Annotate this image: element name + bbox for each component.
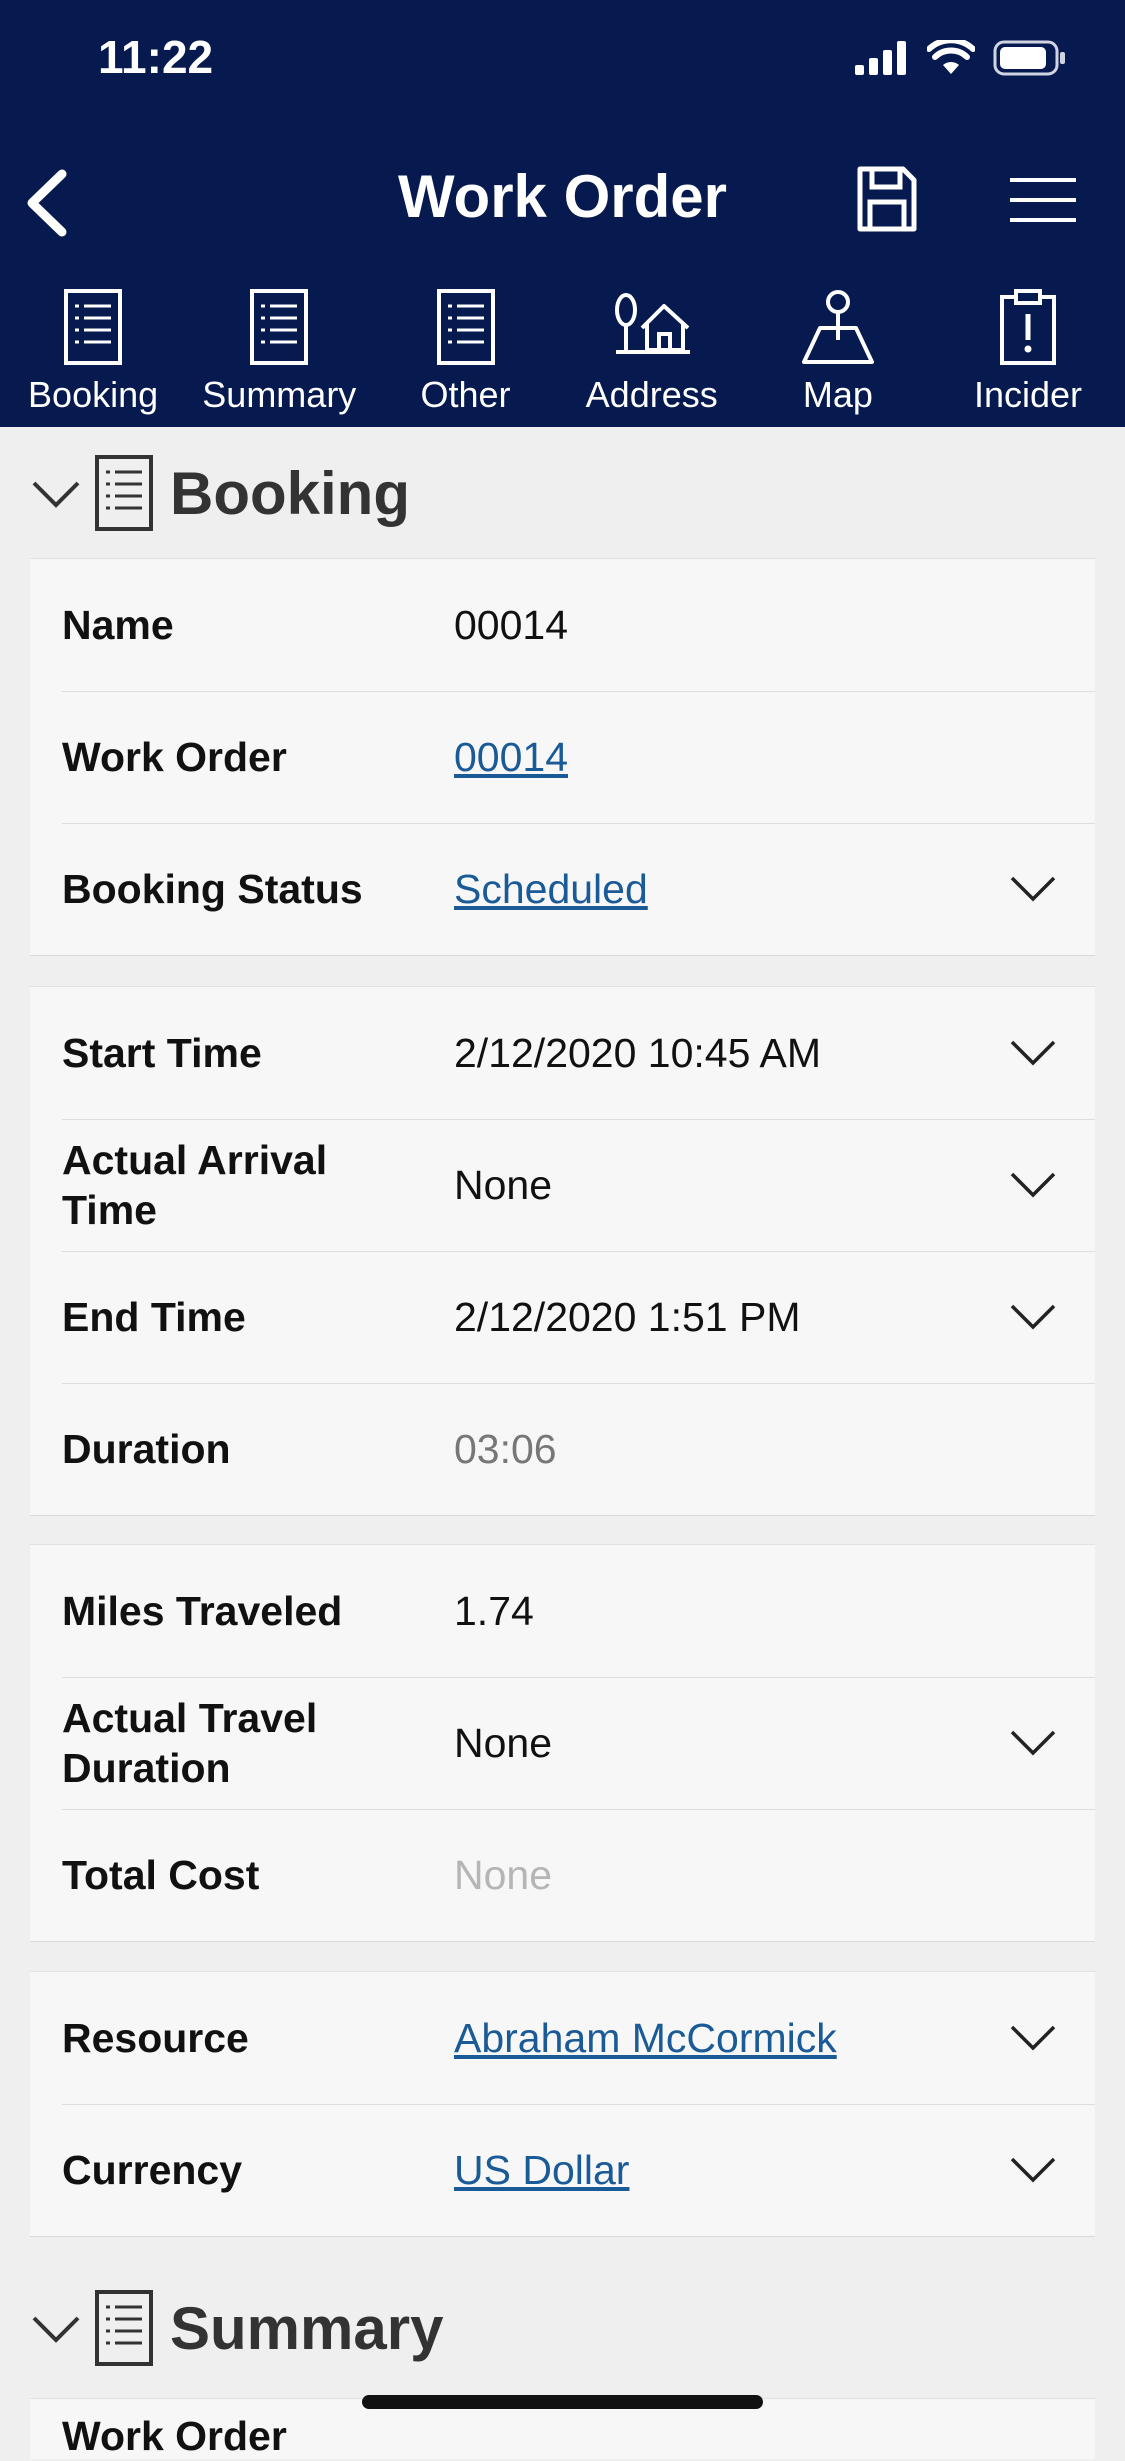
field-value: None: [454, 1719, 553, 1766]
tab-map[interactable]: Map: [745, 288, 931, 418]
booking-card-2: Start Time 2/12/2020 10:45 AM Actual Arr…: [30, 986, 1095, 1516]
booking-card-4: Resource Abraham McCormick Currency US D…: [30, 1971, 1095, 2237]
field-label: Work Order: [62, 2413, 287, 2459]
booking-section-header[interactable]: Booking: [30, 443, 410, 543]
app-header: 11:22 Work Order Booking Summary Other A…: [0, 0, 1125, 427]
chevron-down-icon[interactable]: [1009, 1301, 1057, 1331]
tab-label: Map: [802, 374, 873, 415]
field-total-cost[interactable]: Total Cost None: [30, 1809, 1095, 1941]
tab-label: Booking: [28, 374, 159, 415]
resource-link[interactable]: Abraham McCormick: [454, 1972, 837, 2104]
chevron-down-icon[interactable]: [1009, 873, 1057, 903]
field-label: Name: [62, 602, 174, 648]
field-label: Duration: [62, 1426, 231, 1472]
address-icon: [614, 293, 690, 354]
tab-other[interactable]: Other: [372, 288, 558, 418]
field-label: Work Order: [62, 734, 287, 780]
field-currency[interactable]: Currency US Dollar: [30, 2104, 1095, 2236]
document-icon: [250, 289, 309, 365]
status-icons: [855, 38, 1067, 78]
field-start-time[interactable]: Start Time 2/12/2020 10:45 AM: [30, 987, 1095, 1119]
cellular-signal-icon: [855, 41, 906, 75]
booking-status-link[interactable]: Scheduled: [454, 823, 648, 955]
status-time: 11:22: [98, 31, 214, 83]
field-label: Actual Travel Duration: [62, 1695, 318, 1791]
document-icon: [436, 289, 495, 365]
field-value: 1.74: [454, 1587, 534, 1634]
currency-link[interactable]: US Dollar: [454, 2104, 629, 2236]
battery-icon: [993, 40, 1065, 76]
map-pin-icon: [801, 290, 874, 364]
field-label: Resource: [62, 2015, 249, 2061]
chevron-down-icon[interactable]: [1009, 1169, 1057, 1199]
tab-label: Other: [420, 374, 511, 415]
field-duration: Duration 03:06: [30, 1383, 1095, 1515]
field-label: End Time: [62, 1294, 246, 1340]
chevron-down-icon[interactable]: [1009, 2154, 1057, 2184]
menu-button[interactable]: [1008, 172, 1078, 228]
document-icon: [95, 455, 153, 531]
tab-booking[interactable]: Booking: [0, 288, 186, 418]
tab-address[interactable]: Address: [559, 288, 745, 418]
chevron-down-icon[interactable]: [1009, 1727, 1057, 1757]
tab-label: Summary: [202, 374, 357, 415]
tab-label: Address: [585, 374, 718, 415]
field-resource[interactable]: Resource Abraham McCormick: [30, 1972, 1095, 2104]
home-indicator[interactable]: [362, 2395, 763, 2409]
chevron-down-icon[interactable]: [1009, 1037, 1057, 1067]
document-icon: [95, 2290, 153, 2366]
field-value: None: [454, 1161, 553, 1208]
field-label: Currency: [62, 2147, 243, 2193]
section-title: Summary: [170, 2294, 444, 2362]
booking-card-1: Name 00014 Work Order 00014 Booking Stat…: [30, 558, 1095, 956]
chevron-down-icon: [32, 2316, 80, 2343]
save-button[interactable]: [855, 164, 919, 234]
field-label: Miles Traveled: [62, 1588, 343, 1634]
field-actual-arrival-time[interactable]: Actual Arrival Time None: [30, 1119, 1095, 1251]
field-label: Actual Arrival Time: [62, 1137, 328, 1233]
clipboard-alert-icon: [1000, 289, 1056, 365]
tab-label: Incider: [973, 374, 1083, 415]
field-value: 2/12/2020 1:51 PM: [454, 1293, 801, 1340]
tab-bar: Booking Summary Other Address Map Incide…: [0, 288, 1125, 418]
field-miles-traveled[interactable]: Miles Traveled 1.74: [30, 1545, 1095, 1677]
field-actual-travel-duration[interactable]: Actual Travel Duration None: [30, 1677, 1095, 1809]
field-work-order: Work Order 00014: [30, 691, 1095, 823]
field-value: 2/12/2020 10:45 AM: [454, 1029, 822, 1076]
field-booking-status[interactable]: Booking Status Scheduled: [30, 823, 1095, 955]
chevron-down-icon: [32, 481, 80, 508]
field-value: 00014: [454, 601, 569, 648]
field-label: Start Time: [62, 1030, 262, 1076]
page-title: Work Order: [398, 163, 727, 230]
field-label: Total Cost: [62, 1852, 260, 1898]
field-label: Booking Status: [62, 866, 363, 912]
field-value: 03:06: [454, 1425, 557, 1472]
wifi-icon: [927, 40, 975, 74]
document-icon: [64, 289, 123, 365]
tab-summary[interactable]: Summary: [186, 288, 372, 418]
work-order-link[interactable]: 00014: [454, 691, 568, 823]
field-placeholder: None: [454, 1851, 553, 1898]
field-name[interactable]: Name 00014: [30, 559, 1095, 691]
section-title: Booking: [170, 459, 410, 527]
chevron-down-icon[interactable]: [1009, 2022, 1057, 2052]
field-end-time[interactable]: End Time 2/12/2020 1:51 PM: [30, 1251, 1095, 1383]
booking-card-3: Miles Traveled 1.74 Actual Travel Durati…: [30, 1544, 1095, 1942]
summary-section-header[interactable]: Summary: [30, 2278, 443, 2378]
tab-incidents[interactable]: Incider: [931, 288, 1125, 418]
